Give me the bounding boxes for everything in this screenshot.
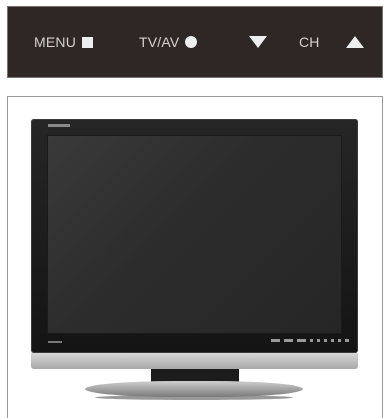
tv-illustration xyxy=(31,119,358,401)
circle-icon xyxy=(185,36,198,48)
tv-screen xyxy=(47,135,342,334)
channel-label: CH xyxy=(299,34,320,50)
product-image-frame xyxy=(7,96,383,418)
menu-label: MENU xyxy=(34,34,77,50)
tvav-label: TV/AV xyxy=(139,34,180,50)
tv-stand-base xyxy=(85,381,303,397)
tv-bezel xyxy=(31,119,358,353)
tv-control-bar: MENU TV/AV CH xyxy=(7,6,383,78)
channel-down-button[interactable] xyxy=(249,7,267,77)
channel-label-wrap: CH xyxy=(299,7,320,77)
tv-front-buttons xyxy=(271,339,349,342)
menu-button[interactable]: MENU xyxy=(34,7,94,77)
triangle-up-icon xyxy=(346,36,364,48)
channel-up-button[interactable] xyxy=(346,7,364,77)
tv-speaker-bar xyxy=(31,353,358,369)
triangle-down-icon xyxy=(249,36,267,48)
square-icon xyxy=(82,36,94,48)
tv-brand-logo xyxy=(48,124,70,127)
tvav-button[interactable]: TV/AV xyxy=(139,7,198,77)
tv-model-mark xyxy=(48,341,62,343)
